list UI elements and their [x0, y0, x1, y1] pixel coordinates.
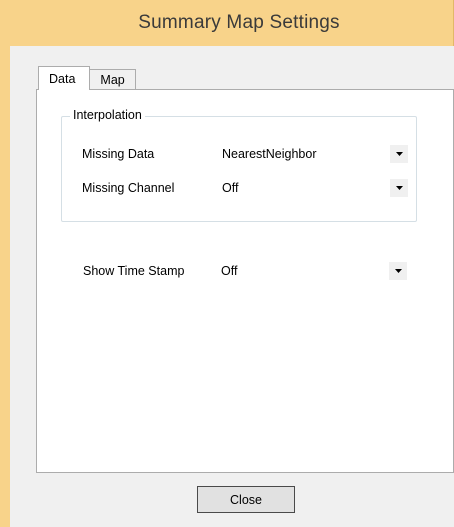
interpolation-groupbox: Interpolation Missing Data NearestNeighb… [61, 108, 418, 222]
close-button[interactable]: Close [197, 486, 295, 513]
title-bar[interactable]: Summary Map Settings [0, 0, 454, 46]
interpolation-group-title: Interpolation [70, 108, 145, 122]
tab-data[interactable]: Data [38, 66, 91, 90]
tab-strip: Data Map [38, 66, 136, 90]
show-time-stamp-row: Show Time Stamp Off [83, 260, 417, 282]
chevron-down-icon [395, 186, 403, 190]
window-title: Summary Map Settings [138, 12, 340, 33]
dialog-client-area: Data Map Interpolation Missing Data Near… [10, 46, 454, 527]
missing-channel-dropdown-button[interactable] [390, 179, 408, 197]
show-time-stamp-value[interactable]: Off [221, 264, 237, 278]
show-time-stamp-label: Show Time Stamp [83, 264, 185, 278]
missing-data-label: Missing Data [82, 147, 155, 161]
missing-data-dropdown-button[interactable] [390, 145, 408, 163]
dialog-window: Summary Map Settings Data Map Interpolat… [0, 0, 454, 527]
missing-channel-value[interactable]: Off [222, 181, 238, 195]
tab-panel-data: Interpolation Missing Data NearestNeighb… [36, 89, 454, 473]
missing-data-value[interactable]: NearestNeighbor [222, 147, 317, 161]
chevron-down-icon [395, 152, 403, 156]
missing-data-row: Missing Data NearestNeighbor [82, 143, 418, 165]
missing-channel-row: Missing Channel Off [82, 177, 418, 199]
show-time-stamp-dropdown-button[interactable] [389, 262, 407, 280]
tab-map[interactable]: Map [89, 69, 136, 90]
missing-channel-label: Missing Channel [82, 181, 175, 195]
chevron-down-icon [394, 269, 402, 273]
